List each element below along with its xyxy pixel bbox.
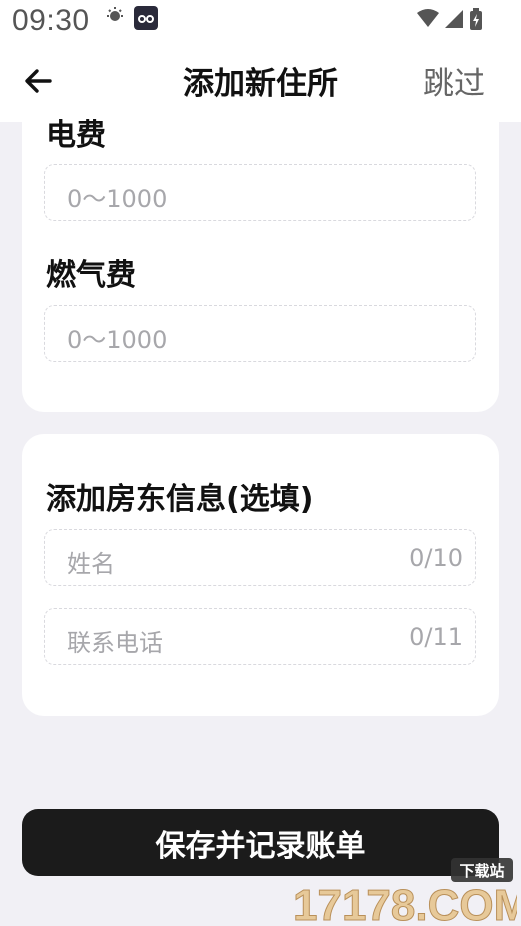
watermark-badge: 下载站	[459, 862, 504, 880]
landlord-phone-placeholder: 联系电话	[67, 629, 163, 657]
status-time: 09:30	[12, 4, 90, 37]
landlord-phone-counter: 0/11	[409, 623, 463, 651]
gas-fee-label: 燃气费	[46, 258, 136, 293]
status-indicators	[417, 8, 483, 30]
landlord-name-placeholder: 姓名	[67, 550, 115, 578]
watermark-text: 17178.COM	[293, 881, 517, 926]
gas-fee-input[interactable]: 0～1000	[44, 305, 476, 362]
battery-icon	[470, 8, 482, 30]
weather-icon	[104, 6, 126, 32]
skip-button[interactable]: 跳过	[423, 58, 485, 103]
site-watermark: 下载站 17178.COM	[291, 858, 521, 926]
landlord-phone-input[interactable]: 联系电话 0/11	[44, 608, 476, 665]
landlord-name-counter: 0/10	[409, 544, 463, 572]
electricity-label: 电费	[46, 118, 106, 153]
gas-fee-placeholder: 0～1000	[67, 326, 168, 354]
landlord-card: 添加房东信息(选填) 姓名 0/10 联系电话 0/11	[22, 434, 499, 716]
landlord-section-title: 添加房东信息(选填)	[46, 482, 314, 517]
electricity-fee-placeholder: 0～1000	[67, 185, 168, 213]
wifi-icon	[417, 9, 439, 27]
status-bar: 09:30	[0, 0, 521, 44]
landlord-name-input[interactable]: 姓名 0/10	[44, 529, 476, 586]
app-icon	[134, 6, 158, 34]
signal-icon	[445, 10, 463, 28]
electricity-fee-input[interactable]: 0～1000	[44, 164, 476, 221]
fees-card: 电费 0～1000 燃气费 0～1000	[22, 118, 499, 412]
